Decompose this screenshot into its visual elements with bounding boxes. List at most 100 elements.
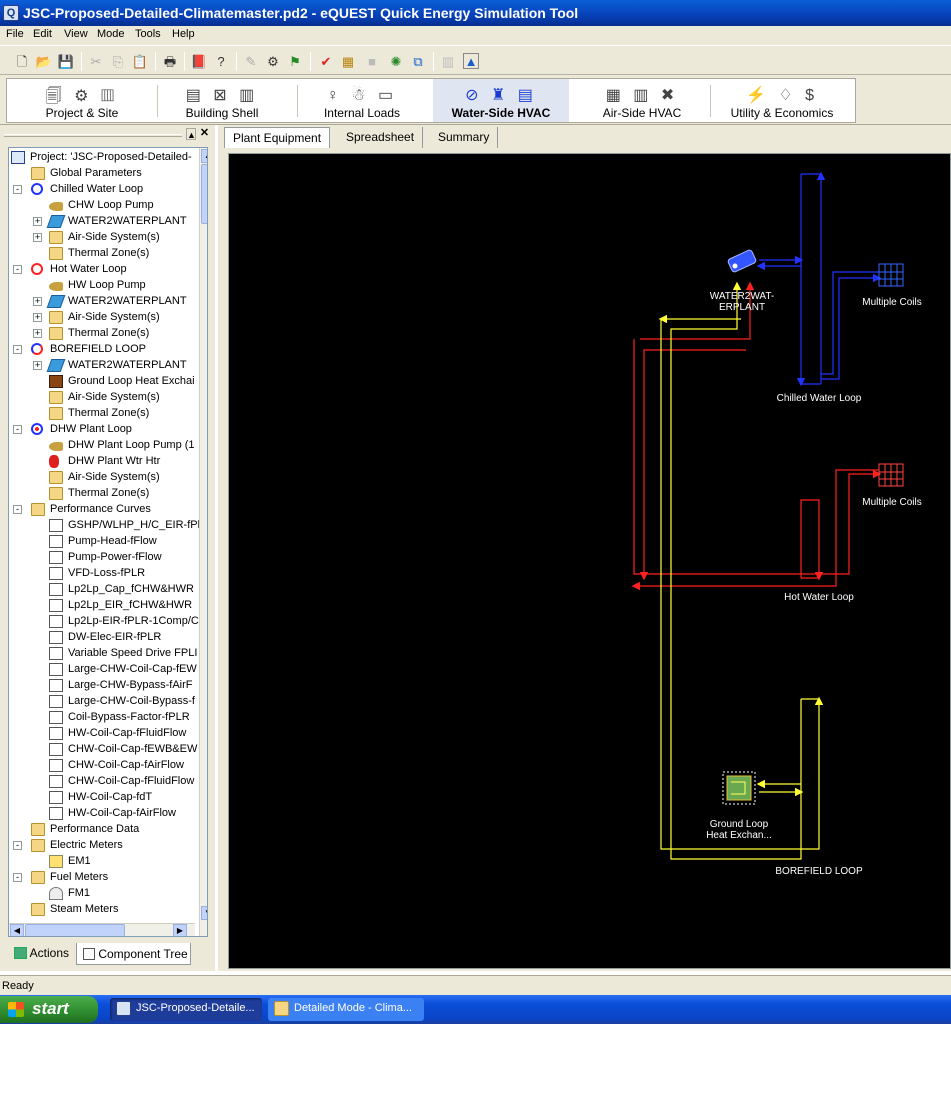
- tab-component-tree[interactable]: Component Tree: [76, 943, 191, 965]
- tree-item[interactable]: - Chilled Water Loop: [9, 182, 197, 198]
- collapse-icon[interactable]: -: [13, 841, 22, 850]
- tree-item[interactable]: Pump-Head-fFlow: [9, 534, 197, 550]
- mode-air-side-hvac[interactable]: ▦ ▥ ✖ Air-Side HVAC: [587, 79, 697, 122]
- tree-item[interactable]: Pump-Power-fFlow: [9, 550, 197, 566]
- mode-building-shell[interactable]: ▤ ⊠ ▥ Building Shell: [167, 79, 277, 122]
- spreadsheet-icon[interactable]: ▦: [340, 53, 356, 69]
- paste-icon[interactable]: 📋: [132, 53, 148, 69]
- mode-project-site[interactable]: 🗐 ⚙ ▥ Project & Site: [17, 79, 147, 122]
- tree-item[interactable]: Global Parameters: [9, 166, 197, 182]
- task-equest-window[interactable]: JSC-Proposed-Detaile...: [110, 998, 262, 1021]
- tree-item[interactable]: + WATER2WATERPLANT: [9, 294, 197, 310]
- tree-item[interactable]: Project: 'JSC-Proposed-Detailed-: [9, 150, 197, 166]
- tree-item[interactable]: Large-CHW-Coil-Cap-fEW: [9, 662, 197, 678]
- task-detailed-mode-window[interactable]: Detailed Mode - Clima...: [268, 998, 424, 1021]
- tree-item[interactable]: Large-CHW-Coil-Bypass-f: [9, 694, 197, 710]
- library-icon[interactable]: 📕: [191, 53, 207, 69]
- horizontal-scrollbar[interactable]: ◀ ▶: [9, 923, 195, 936]
- chw-coils-icon[interactable]: [878, 263, 904, 287]
- collapse-icon[interactable]: -: [13, 425, 22, 434]
- tree-item[interactable]: HW-Coil-Cap-fAirFlow: [9, 806, 197, 822]
- tree-item[interactable]: Steam Meters: [9, 902, 197, 918]
- collapse-icon[interactable]: -: [13, 505, 22, 514]
- tab-summary[interactable]: Summary: [430, 127, 499, 148]
- expand-icon[interactable]: +: [33, 233, 42, 242]
- expand-icon[interactable]: +: [33, 297, 42, 306]
- cut-icon[interactable]: ✂: [88, 53, 104, 69]
- print-icon[interactable]: 🖶: [162, 53, 178, 69]
- tree-item[interactable]: Thermal Zone(s): [9, 486, 197, 502]
- tree-item[interactable]: HW-Coil-Cap-fFluidFlow: [9, 726, 197, 742]
- tree-item[interactable]: HW Loop Pump: [9, 278, 197, 294]
- tree-item[interactable]: + Thermal Zone(s): [9, 326, 197, 342]
- open-folder-icon[interactable]: 📂: [36, 53, 52, 69]
- mode-utility-economics[interactable]: ⚡ ♢ $ Utility & Economics: [719, 79, 845, 122]
- link-icon[interactable]: ⧉: [410, 53, 426, 69]
- tree-item[interactable]: Lp2Lp_EIR_fCHW&HWR: [9, 598, 197, 614]
- tree-item[interactable]: DHW Plant Wtr Htr: [9, 454, 197, 470]
- help-icon[interactable]: ?: [213, 53, 229, 69]
- tree-item[interactable]: - Electric Meters: [9, 838, 197, 854]
- menu-mode[interactable]: Mode: [97, 28, 125, 40]
- app-icon[interactable]: Q: [3, 5, 19, 21]
- scroll-thumb[interactable]: [201, 164, 207, 224]
- chw-loop-pipes[interactable]: [756, 171, 882, 387]
- tree-item[interactable]: FM1: [9, 886, 197, 902]
- tree-item[interactable]: VFD-Loss-fPLR: [9, 566, 197, 582]
- tree-item[interactable]: - Performance Curves: [9, 502, 197, 518]
- copy-icon[interactable]: ⎘: [110, 53, 126, 69]
- tree-item[interactable]: Thermal Zone(s): [9, 246, 197, 262]
- collapse-icon[interactable]: ▲: [186, 128, 196, 140]
- close-icon[interactable]: ✕: [199, 128, 210, 140]
- tree-item[interactable]: Large-CHW-Bypass-fAirF: [9, 678, 197, 694]
- tree-item[interactable]: Thermal Zone(s): [9, 406, 197, 422]
- menu-tools[interactable]: Tools: [135, 28, 161, 40]
- tree-item[interactable]: - Hot Water Loop: [9, 262, 197, 278]
- scroll-down-icon[interactable]: ▼: [201, 906, 207, 920]
- collapse-icon[interactable]: -: [13, 345, 22, 354]
- tree-item[interactable]: Air-Side System(s): [9, 470, 197, 486]
- tree-item[interactable]: Coil-Bypass-Factor-fPLR: [9, 710, 197, 726]
- tree-item[interactable]: - BOREFIELD LOOP: [9, 342, 197, 358]
- ground-loop-hx-icon[interactable]: [722, 771, 756, 805]
- panel-grip[interactable]: [4, 134, 182, 137]
- tree-item[interactable]: CHW-Coil-Cap-fEWB&EW: [9, 742, 197, 758]
- edit-component-icon[interactable]: ✎: [243, 53, 259, 69]
- tree-item[interactable]: + WATER2WATERPLANT: [9, 358, 197, 374]
- tree-item[interactable]: Air-Side System(s): [9, 390, 197, 406]
- flag-icon[interactable]: ⚑: [287, 53, 303, 69]
- expand-icon[interactable]: +: [33, 313, 42, 322]
- collapse-icon[interactable]: -: [13, 873, 22, 882]
- expand-icon[interactable]: +: [33, 329, 42, 338]
- tab-plant-equipment[interactable]: Plant Equipment: [224, 127, 331, 148]
- check-icon[interactable]: ✔: [318, 53, 334, 69]
- bore-loop-pipes[interactable]: [658, 281, 824, 860]
- tree-item[interactable]: + WATER2WATERPLANT: [9, 214, 197, 230]
- menu-view[interactable]: View: [64, 28, 88, 40]
- tree-item[interactable]: CHW-Coil-Cap-fFluidFlow: [9, 774, 197, 790]
- menu-file[interactable]: File: [6, 28, 24, 40]
- tree-item[interactable]: GSHP/WLHP_H/C_EIR-fPl: [9, 518, 200, 534]
- tree-item[interactable]: DW-Elec-EIR-fPLR: [9, 630, 197, 646]
- tree-item[interactable]: Ground Loop Heat Exchai: [9, 374, 197, 390]
- hscroll-thumb[interactable]: [25, 924, 125, 936]
- tab-actions[interactable]: Actions: [10, 943, 74, 965]
- tree-item[interactable]: CHW-Coil-Cap-fAirFlow: [9, 758, 197, 774]
- tree-item[interactable]: Variable Speed Drive FPLI: [9, 646, 197, 662]
- blank-icon[interactable]: ▥: [440, 53, 456, 69]
- tree-item[interactable]: DHW Plant Loop Pump (1: [9, 438, 197, 454]
- tree-item[interactable]: + Air-Side System(s): [9, 310, 197, 326]
- blank-icon[interactable]: ■: [364, 53, 380, 69]
- new-file-icon[interactable]: 🗋: [14, 53, 30, 69]
- water2water-plant-icon[interactable]: [727, 249, 757, 273]
- save-icon[interactable]: 💾: [58, 53, 74, 69]
- scroll-up-icon[interactable]: ▲: [201, 149, 207, 163]
- tree-item[interactable]: + Air-Side System(s): [9, 230, 197, 246]
- menu-help[interactable]: Help: [172, 28, 195, 40]
- scroll-right-icon[interactable]: ▶: [173, 924, 187, 936]
- plant-diagram-canvas[interactable]: WATER2WAT- ERPLANT Chilled Water Loop Mul…: [228, 153, 951, 969]
- image-icon[interactable]: ▲: [463, 53, 479, 69]
- start-button[interactable]: start: [0, 996, 98, 1023]
- tree-item[interactable]: EM1: [9, 854, 197, 870]
- tree-item[interactable]: CHW Loop Pump: [9, 198, 197, 214]
